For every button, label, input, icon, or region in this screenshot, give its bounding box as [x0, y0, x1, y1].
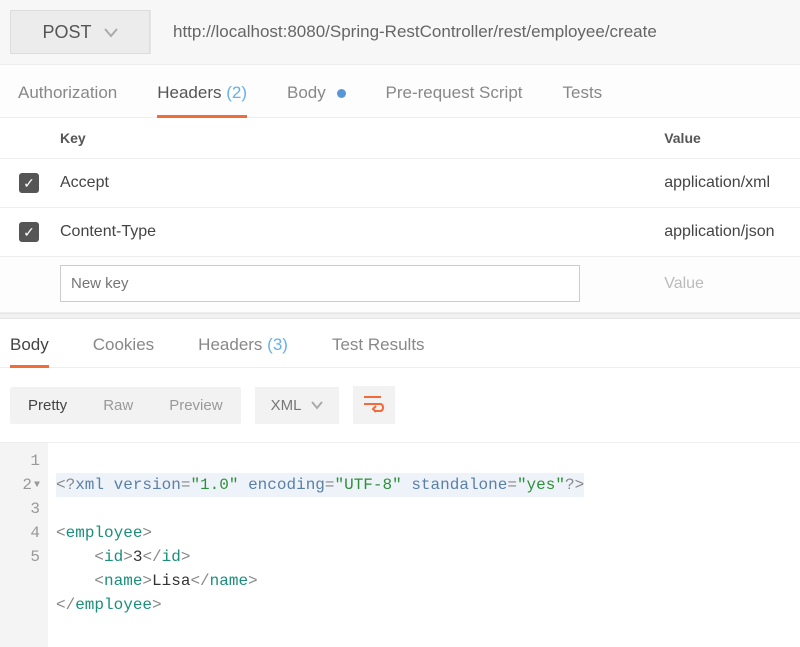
resp-tab-headers[interactable]: Headers (3): [198, 335, 288, 367]
format-selector[interactable]: XML: [255, 387, 340, 424]
tab-body[interactable]: Body: [287, 83, 345, 117]
header-key-cell[interactable]: Content-Type: [50, 208, 654, 257]
view-preview-button[interactable]: Preview: [151, 387, 240, 424]
response-body-code: 1 2▼ 3 4 5 <?xml version="1.0" encoding=…: [0, 442, 800, 647]
tab-prerequest[interactable]: Pre-request Script: [386, 83, 523, 117]
code-content[interactable]: <?xml version="1.0" encoding="UTF-8" sta…: [48, 443, 592, 647]
line-number: 4: [12, 521, 40, 545]
response-view-toolbar: Pretty Raw Preview XML: [0, 368, 800, 442]
fold-icon[interactable]: ▼: [34, 478, 40, 493]
resp-tab-cookies[interactable]: Cookies: [93, 335, 154, 367]
request-url-input[interactable]: [150, 10, 790, 54]
line-number: 3: [12, 497, 40, 521]
header-value-cell[interactable]: application/json: [654, 208, 800, 257]
view-mode-group: Pretty Raw Preview: [10, 387, 241, 424]
wrap-icon: [363, 395, 385, 416]
response-tabs: Body Cookies Headers (3) Test Results: [0, 319, 800, 368]
headers-table: Key Value ✓ Accept application/xml ✓ Con…: [0, 118, 800, 313]
view-raw-button[interactable]: Raw: [85, 387, 151, 424]
tab-body-label: Body: [287, 83, 326, 102]
tab-tests[interactable]: Tests: [563, 83, 603, 117]
wrap-lines-button[interactable]: [353, 386, 395, 424]
request-tabs: Authorization Headers (2) Body Pre-reque…: [0, 65, 800, 118]
resp-tab-headers-count: (3): [267, 335, 288, 354]
resp-tab-testresults[interactable]: Test Results: [332, 335, 425, 367]
row-checkbox[interactable]: ✓: [19, 173, 39, 193]
header-key-col: Key: [50, 118, 654, 159]
table-row: ✓ Accept application/xml: [0, 159, 800, 208]
row-checkbox[interactable]: ✓: [19, 222, 39, 242]
line-number: 5: [12, 545, 40, 569]
tab-headers-label: Headers: [157, 83, 221, 102]
header-value-cell[interactable]: application/xml: [654, 159, 800, 208]
header-key-cell[interactable]: Accept: [50, 159, 654, 208]
new-key-input[interactable]: [60, 265, 580, 302]
new-header-row: Value: [0, 257, 800, 313]
header-checkbox-col: [0, 118, 50, 159]
line-number: 2▼: [12, 473, 40, 497]
format-label: XML: [271, 397, 302, 414]
view-pretty-button[interactable]: Pretty: [10, 387, 85, 424]
http-method-label: POST: [42, 22, 91, 43]
header-value-col: Value: [654, 118, 800, 159]
code-gutter: 1 2▼ 3 4 5: [0, 443, 48, 647]
tab-headers[interactable]: Headers (2): [157, 83, 247, 117]
body-changed-dot-icon: [337, 89, 346, 98]
new-value-placeholder[interactable]: Value: [664, 275, 704, 292]
line-number: 1: [12, 449, 40, 473]
resp-tab-body[interactable]: Body: [10, 335, 49, 367]
resp-tab-headers-label: Headers: [198, 335, 262, 354]
tab-headers-count: (2): [226, 83, 247, 102]
tab-authorization[interactable]: Authorization: [18, 83, 117, 117]
chevron-down-icon: [311, 397, 323, 414]
chevron-down-icon: [104, 22, 118, 43]
http-method-selector[interactable]: POST: [10, 10, 150, 54]
table-row: ✓ Content-Type application/json: [0, 208, 800, 257]
